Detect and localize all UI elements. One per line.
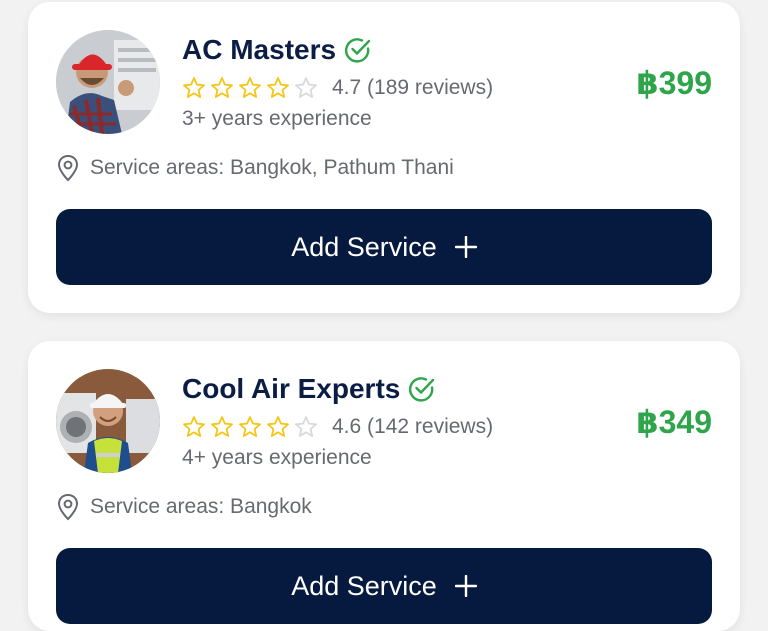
service-areas-text: Service areas: Bangkok, Pathum Thani — [90, 156, 454, 179]
rating-value: 4.6 — [332, 415, 362, 438]
star-icon — [182, 76, 206, 100]
provider-name-text: AC Masters — [182, 34, 337, 65]
provider-avatar — [56, 369, 160, 473]
star-icon — [266, 76, 290, 100]
add-service-button[interactable]: Add Service — [56, 548, 712, 624]
provider-name[interactable]: Cool Air Experts — [182, 373, 436, 405]
add-service-label: Add Service — [291, 570, 437, 601]
verified-check-icon — [408, 375, 436, 403]
experience-text: 3+ years experience — [182, 107, 372, 130]
star-icon — [210, 76, 234, 100]
location-pin-icon — [56, 154, 80, 182]
star-empty-icon — [294, 415, 318, 439]
review-count[interactable]: (142 reviews) — [367, 415, 493, 438]
rating-value: 4.7 — [332, 76, 362, 99]
service-areas: Service areas: Bangkok, Pathum Thani — [56, 154, 454, 182]
rating-row: 4.7 (189 reviews) — [182, 76, 493, 100]
star-empty-icon — [294, 76, 318, 100]
provider-name-text: Cool Air Experts — [182, 373, 401, 404]
provider-card[interactable]: Cool Air Experts 4.6 (142 reviews) 4+ ye… — [28, 341, 740, 631]
service-areas: Service areas: Bangkok — [56, 493, 312, 521]
add-service-label: Add Service — [291, 231, 437, 262]
service-areas-text: Service areas: Bangkok — [90, 495, 312, 518]
provider-card[interactable]: AC Masters 4.7 (189 reviews) 3+ years ex… — [28, 2, 740, 313]
rating-row: 4.6 (142 reviews) — [182, 415, 493, 439]
rating-text: 4.6 (142 reviews) — [332, 415, 493, 439]
price: ฿399 — [636, 65, 712, 101]
star-icon — [210, 415, 234, 439]
plus-icon — [454, 230, 477, 264]
star-icon — [238, 76, 262, 100]
verified-check-icon — [344, 36, 372, 64]
price: ฿349 — [636, 404, 712, 440]
star-icon — [182, 415, 206, 439]
plus-icon — [454, 569, 477, 603]
star-icon — [266, 415, 290, 439]
add-service-button[interactable]: Add Service — [56, 209, 712, 285]
location-pin-icon — [56, 493, 80, 521]
rating-text: 4.7 (189 reviews) — [332, 76, 493, 100]
review-count[interactable]: (189 reviews) — [367, 76, 493, 99]
experience-text: 4+ years experience — [182, 446, 372, 469]
provider-avatar — [56, 30, 160, 134]
provider-name[interactable]: AC Masters — [182, 34, 372, 66]
star-icon — [238, 415, 262, 439]
